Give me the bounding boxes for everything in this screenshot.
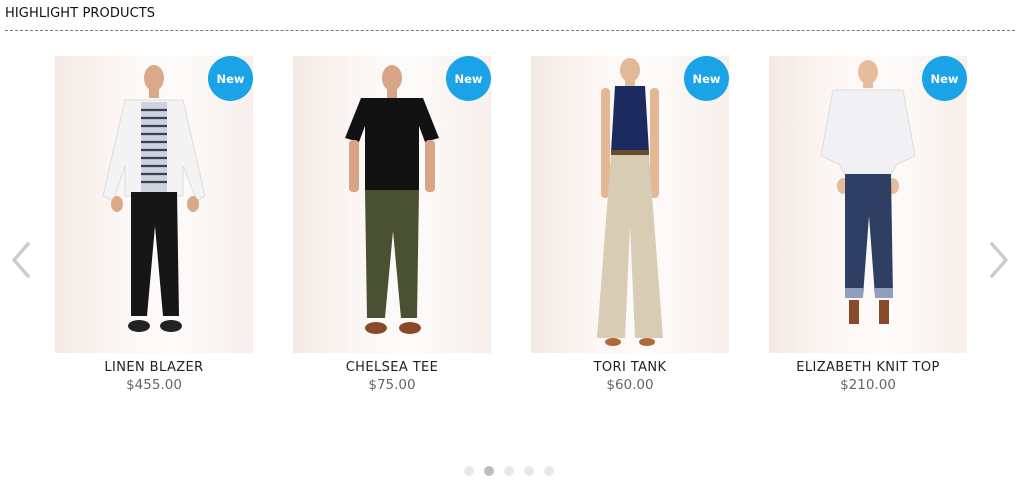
product-name[interactable]: CHELSEA TEE bbox=[293, 360, 491, 375]
carousel-next-button[interactable] bbox=[986, 240, 1012, 280]
carousel-dot-1[interactable] bbox=[464, 466, 474, 476]
product-image[interactable]: New bbox=[531, 56, 729, 353]
carousel-dot-2[interactable] bbox=[484, 466, 494, 476]
carousel-dot-5[interactable] bbox=[544, 466, 554, 476]
model-figure bbox=[102, 65, 206, 332]
model-figure bbox=[345, 65, 439, 334]
product-image[interactable]: New bbox=[769, 56, 967, 353]
section-title: HIGHLIGHT PRODUCTS bbox=[5, 6, 156, 21]
chevron-right-icon bbox=[990, 242, 1008, 278]
product-name[interactable]: ELIZABETH KNIT TOP bbox=[769, 360, 967, 375]
carousel-pagination bbox=[464, 466, 554, 476]
new-badge: New bbox=[684, 56, 729, 101]
new-badge: New bbox=[922, 56, 967, 101]
product-card[interactable]: New TORI TANK $60.00 bbox=[531, 56, 729, 393]
product-card[interactable]: New LINEN BLAZER $455.00 bbox=[55, 56, 253, 393]
product-image[interactable]: New bbox=[55, 56, 253, 353]
carousel-dot-4[interactable] bbox=[524, 466, 534, 476]
carousel-dot-3[interactable] bbox=[504, 466, 514, 476]
product-name[interactable]: TORI TANK bbox=[531, 360, 729, 375]
product-image[interactable]: New bbox=[293, 56, 491, 353]
product-card[interactable]: New CHELSEA TEE $75.00 bbox=[293, 56, 491, 393]
new-badge: New bbox=[208, 56, 253, 101]
new-badge: New bbox=[446, 56, 491, 101]
model-figure bbox=[597, 58, 663, 346]
chevron-left-icon bbox=[12, 242, 30, 278]
product-price: $210.00 bbox=[840, 377, 896, 393]
divider bbox=[5, 30, 1015, 31]
product-card[interactable]: New ELIZABETH KNIT TOP $210.00 bbox=[769, 56, 967, 393]
product-name[interactable]: LINEN BLAZER bbox=[55, 360, 253, 375]
carousel-prev-button[interactable] bbox=[8, 240, 34, 280]
highlight-products-section: HIGHLIGHT PRODUCTS New LINEN BLAZER $455… bbox=[0, 0, 1020, 480]
model-figure bbox=[820, 60, 916, 324]
product-price: $455.00 bbox=[126, 377, 182, 393]
product-price: $75.00 bbox=[368, 377, 416, 393]
product-price: $60.00 bbox=[606, 377, 654, 393]
